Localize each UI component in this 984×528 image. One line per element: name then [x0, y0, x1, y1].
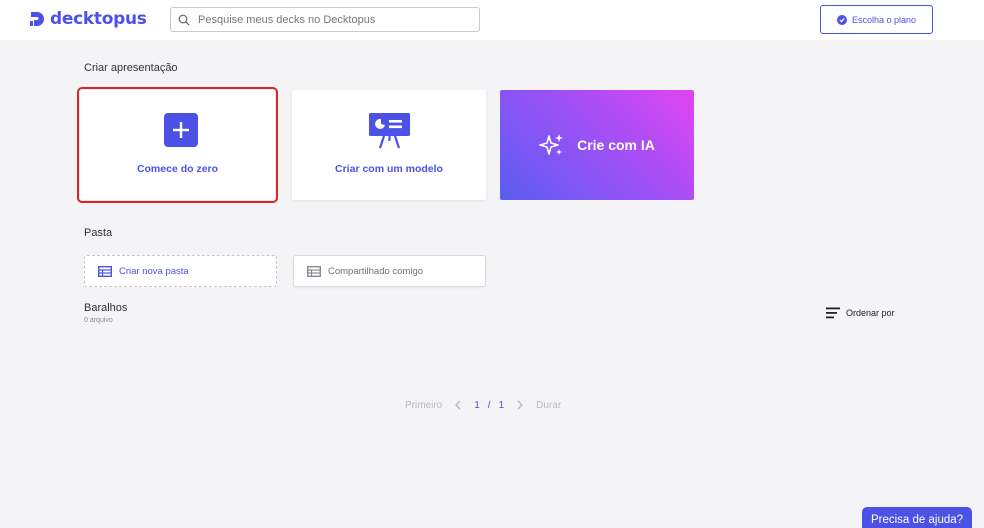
folder-section-title: Pasta [84, 227, 113, 239]
sort-lines-icon [826, 307, 840, 319]
logo-text: decktopus [50, 9, 147, 29]
create-with-ai-card[interactable]: Crie com IA [500, 90, 694, 200]
create-new-folder-label: Criar nova pasta [119, 265, 189, 277]
search-input[interactable] [198, 13, 468, 26]
current-page: 1 [474, 399, 480, 411]
plus-icon [164, 113, 198, 147]
choose-plan-label: Escolha o plano [851, 14, 917, 25]
decks-title: Baralhos [84, 302, 128, 314]
page-separator: / [487, 399, 491, 411]
create-section-title: Criar apresentação [84, 62, 178, 74]
chevron-right-icon[interactable] [516, 400, 524, 410]
last-page-link[interactable]: Durar [536, 400, 561, 411]
first-page-link[interactable]: Primeiro [405, 400, 442, 411]
pagination: Primeiro 1 / 1 Durar [405, 398, 561, 412]
sparkle-icon [539, 134, 564, 155]
sort-button[interactable]: Ordenar por [826, 307, 895, 319]
search-box[interactable] [170, 7, 480, 32]
create-with-ai-label: Crie com IA [577, 137, 655, 153]
logo-mark-icon [30, 12, 44, 26]
sort-label: Ordenar por [846, 308, 895, 318]
total-pages: 1 [498, 399, 505, 411]
start-from-scratch-card[interactable]: Comece do zero [77, 87, 278, 203]
start-from-scratch-label: Comece do zero [136, 163, 219, 175]
shared-with-me-label: Compartilhado comigo [328, 265, 424, 277]
folder-list-icon [98, 265, 112, 277]
folder-list-icon [307, 265, 321, 277]
decks-count: 0 arquivo [84, 317, 113, 324]
create-new-folder-button[interactable]: Criar nova pasta [84, 255, 277, 287]
top-header: decktopus Escolha o plano [0, 0, 984, 40]
help-button[interactable]: Precisa de ajuda? [862, 507, 972, 528]
create-from-template-card[interactable]: Criar com um modelo [292, 90, 486, 200]
shared-with-me-button[interactable]: Compartilhado comigo [293, 255, 486, 287]
search-icon [178, 14, 190, 25]
presentation-board-icon [369, 113, 410, 149]
check-circle-icon [836, 14, 847, 25]
chevron-left-icon[interactable] [454, 400, 462, 410]
choose-plan-button[interactable]: Escolha o plano [820, 5, 933, 34]
logo[interactable]: decktopus [30, 8, 147, 30]
create-from-template-label: Criar com um modelo [335, 163, 443, 175]
